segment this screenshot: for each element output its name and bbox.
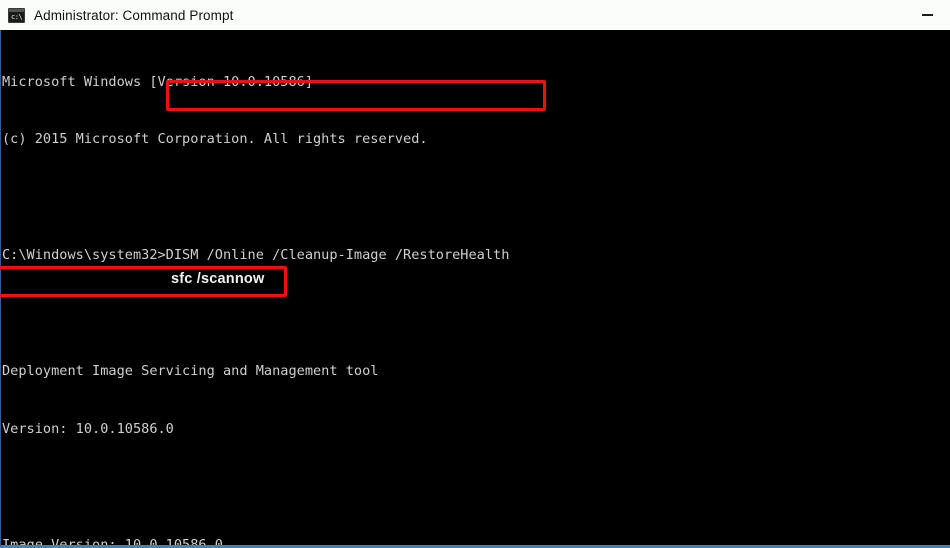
console-line: Microsoft Windows [Version 10.0.10586] bbox=[2, 73, 313, 90]
title-bar-left: c:\ Administrator: Command Prompt bbox=[0, 7, 904, 23]
minimize-button[interactable] bbox=[904, 0, 950, 30]
console-icon: c:\ bbox=[8, 7, 25, 23]
window-title: Administrator: Command Prompt bbox=[34, 7, 234, 23]
console-icon-glyph: c:\ bbox=[11, 12, 23, 21]
minimize-icon bbox=[921, 14, 933, 16]
console-line: Version: 10.0.10586.0 bbox=[2, 420, 174, 437]
console-line: Image Version: 10.0.10586.0 bbox=[2, 536, 223, 548]
console-line-dism-command: C:\Windows\system32>DISM /Online /Cleanu… bbox=[2, 247, 510, 264]
console-line: (c) 2015 Microsoft Corporation. All righ… bbox=[2, 131, 428, 148]
title-bar[interactable]: c:\ Administrator: Command Prompt bbox=[0, 0, 950, 30]
console-text: Microsoft Windows [Version 10.0.10586] (… bbox=[2, 34, 510, 548]
console-line: Deployment Image Servicing and Managemen… bbox=[2, 363, 379, 380]
console-output-area[interactable]: Microsoft Windows [Version 10.0.10586] (… bbox=[0, 30, 950, 548]
command-prompt-window: c:\ Administrator: Command Prompt Micros… bbox=[0, 0, 950, 548]
sfc-scannow-command-text: sfc /scannow bbox=[171, 271, 265, 287]
window-controls bbox=[904, 0, 950, 30]
